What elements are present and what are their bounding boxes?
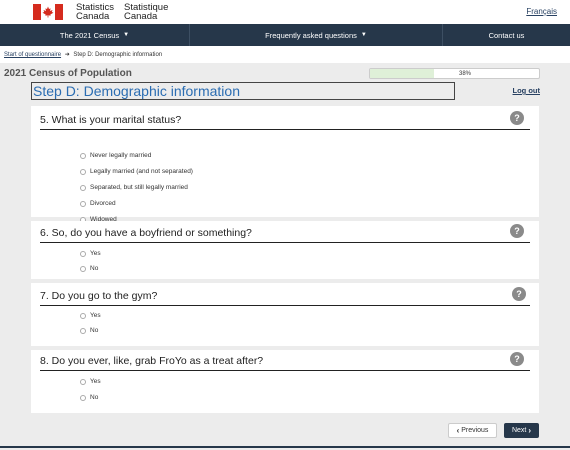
breadcrumb-start-link[interactable]: Start of questionnaire xyxy=(4,52,61,58)
option-label: Yes xyxy=(90,312,101,319)
option-legally-married[interactable]: Legally married (and not separated) xyxy=(80,168,193,175)
question-divider xyxy=(40,242,530,243)
question-card-7: 7. Do you go to the gym? ? Yes No xyxy=(31,283,539,346)
nav-item-contact-label: Contact us xyxy=(488,30,525,40)
option-label: No xyxy=(90,327,99,334)
brand-french[interactable]: Statistique Canada xyxy=(124,3,168,22)
option-yes[interactable]: Yes xyxy=(80,312,101,319)
option-no[interactable]: No xyxy=(80,327,98,334)
option-label: No xyxy=(90,394,99,401)
option-yes[interactable]: Yes xyxy=(80,250,101,257)
question-card-5: 5. What is your marital status? ? Never … xyxy=(31,106,539,223)
progress-bar: 38% xyxy=(369,68,540,79)
option-separated[interactable]: Separated, but still legally married xyxy=(80,184,188,191)
question-card-8: 8. Do you ever, like, grab FroYo as a tr… xyxy=(31,350,539,413)
option-label: Separated, but still legally married xyxy=(90,184,188,191)
question-divider xyxy=(40,370,530,371)
radio-button[interactable] xyxy=(80,327,86,334)
option-no[interactable]: No xyxy=(80,265,98,272)
option-yes[interactable]: Yes xyxy=(80,378,101,385)
brand-english[interactable]: Statistics Canada xyxy=(76,3,114,22)
brand-en-line2: Canada xyxy=(76,11,110,22)
breadcrumb-arrow-icon: ➜ xyxy=(64,52,70,58)
question-title: 7. Do you go to the gym? xyxy=(40,290,158,302)
footer-rule xyxy=(0,446,570,448)
next-button-label: Next xyxy=(511,427,527,434)
nav-item-census[interactable]: The 2021 Census ▼ xyxy=(0,24,190,46)
logout-link[interactable]: Log out xyxy=(513,86,541,95)
option-never-married[interactable]: Never legally married xyxy=(80,152,151,159)
step-title: Step D: Demographic information xyxy=(31,82,455,100)
question-card-6: 6. So, do you have a boyfriend or someth… xyxy=(31,221,539,279)
language-toggle-link[interactable]: Français xyxy=(526,7,557,16)
top-header: Statistics Canada Statistique Canada Fra… xyxy=(0,0,570,24)
nav-item-contact[interactable]: Contact us xyxy=(443,24,570,46)
main-nav: The 2021 Census ▼ Frequently asked quest… xyxy=(0,24,570,46)
question-title: 5. What is your marital status? xyxy=(40,114,182,126)
previous-button-label: Previous xyxy=(461,427,489,434)
help-icon[interactable]: ? xyxy=(512,287,526,301)
canada-flag-icon xyxy=(33,4,63,20)
breadcrumb: Start of questionnaire ➜ Step D: Demogra… xyxy=(0,46,570,63)
chevron-left-icon: ‹ xyxy=(456,426,460,435)
radio-button[interactable] xyxy=(80,394,86,401)
chevron-down-icon: ▼ xyxy=(123,32,130,38)
progress-label: 38% xyxy=(459,71,472,77)
option-label: Never legally married xyxy=(90,152,152,159)
nav-item-faq[interactable]: Frequently asked questions ▼ xyxy=(190,24,443,46)
option-label: Yes xyxy=(90,378,101,385)
radio-button[interactable] xyxy=(80,378,86,385)
breadcrumb-current: Step D: Demographic information xyxy=(73,52,163,58)
radio-button[interactable] xyxy=(80,184,86,191)
radio-button[interactable] xyxy=(80,265,86,272)
question-divider xyxy=(40,129,530,130)
chevron-down-icon: ▼ xyxy=(360,32,367,38)
question-divider xyxy=(40,305,530,306)
nav-item-faq-label: Frequently asked questions xyxy=(265,30,357,40)
brand-fr-line2: Canada xyxy=(124,11,158,22)
option-label: No xyxy=(90,265,99,272)
questionnaire-title: 2021 Census of Population xyxy=(4,68,132,79)
radio-button[interactable] xyxy=(80,250,86,257)
help-icon[interactable]: ? xyxy=(510,111,524,125)
option-no[interactable]: No xyxy=(80,394,98,401)
option-label: Divorced xyxy=(90,200,116,207)
radio-button[interactable] xyxy=(80,312,86,319)
option-label: Legally married (and not separated) xyxy=(90,168,193,175)
question-title: 8. Do you ever, like, grab FroYo as a tr… xyxy=(40,355,264,367)
radio-button[interactable] xyxy=(80,200,86,207)
question-title: 6. So, do you have a boyfriend or someth… xyxy=(40,227,252,239)
nav-item-census-label: The 2021 Census xyxy=(59,30,120,40)
option-label: Yes xyxy=(90,250,101,257)
radio-button[interactable] xyxy=(80,168,86,175)
next-button[interactable]: Next › xyxy=(504,423,539,438)
option-divorced[interactable]: Divorced xyxy=(80,200,116,207)
chevron-right-icon: › xyxy=(528,426,532,435)
help-icon[interactable]: ? xyxy=(510,352,524,366)
previous-button[interactable]: ‹ Previous xyxy=(448,423,497,438)
progress-fill xyxy=(370,69,435,78)
radio-button[interactable] xyxy=(80,152,86,159)
help-icon[interactable]: ? xyxy=(510,224,524,238)
